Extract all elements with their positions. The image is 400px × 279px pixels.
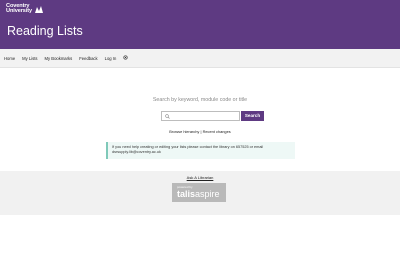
ask-a-librarian-link[interactable]: Ask A Librarian — [0, 175, 400, 180]
logo-mark-icon — [35, 5, 44, 13]
nav-my-lists[interactable]: My Lists — [22, 56, 37, 61]
nav-home[interactable]: Home — [4, 56, 15, 61]
site-header: Coventry University Reading Lists — [0, 0, 400, 49]
top-navigation: Home My Lists My Bookmarks Feedback Log … — [0, 49, 400, 68]
talis-badge-wordmark: talisaspire — [177, 189, 220, 199]
talis-aspire-logo[interactable]: powered by talisaspire — [172, 183, 226, 202]
search-heading: Search by keyword, module code or title — [152, 97, 248, 103]
help-email-link[interactable]: dsrsupply.lib@coventry.ac.uk — [112, 150, 295, 155]
search-icon — [165, 114, 170, 119]
nav-feedback[interactable]: Feedback — [79, 56, 97, 61]
university-logo[interactable]: Coventry University — [6, 3, 44, 15]
settings-button[interactable] — [123, 55, 128, 61]
talis-word: talis — [177, 189, 196, 199]
search-field[interactable] — [161, 111, 240, 121]
page-title: Reading Lists — [7, 24, 83, 38]
search-input[interactable] — [172, 112, 238, 120]
nav-log-in[interactable]: Log In — [105, 56, 117, 61]
nav-my-bookmarks[interactable]: My Bookmarks — [45, 56, 73, 61]
site-footer: Ask A Librarian powered by talisaspire — [0, 171, 400, 215]
browse-links: Browse hierarchy | Recent changes — [0, 129, 400, 134]
browse-hierarchy-link[interactable]: Browse hierarchy — [169, 129, 199, 134]
link-separator: | — [200, 129, 202, 134]
search-button[interactable]: Search — [241, 111, 264, 121]
recent-changes-link[interactable]: Recent changes — [203, 129, 231, 134]
aspire-word: aspire — [195, 189, 220, 199]
gear-icon — [123, 55, 128, 60]
logo-line-2: University — [6, 8, 33, 15]
logo-text: Coventry University — [6, 3, 33, 15]
help-notice: If you need help creating or editing you… — [106, 142, 295, 159]
